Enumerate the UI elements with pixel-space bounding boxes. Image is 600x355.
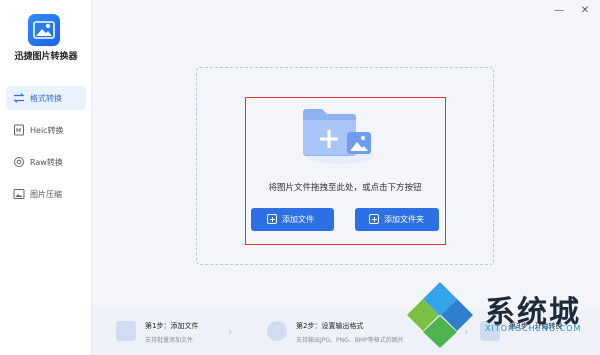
watermark-sub: XITONGCHENG.COM (485, 324, 582, 333)
add-file-label: 添加文件 (282, 215, 314, 224)
sidebar: 迅捷图片转换器 格式转换 Heic转换 Raw转换 图片压缩 (0, 0, 92, 355)
step-desc: 支持输出JPG、PNG、BMP等格式的图片 (296, 337, 404, 344)
step-desc: 支持批量添加文件 (145, 337, 194, 344)
add-folder-button[interactable]: 添加文件夹 (355, 208, 439, 231)
step-title: 第2步：设置输出格式 (296, 322, 364, 330)
settings-gear-icon (267, 321, 287, 341)
sidebar-item-raw-convert[interactable]: Raw转换 (6, 150, 86, 174)
close-button[interactable]: ✕ (578, 4, 592, 18)
heic-file-icon (14, 124, 24, 136)
add-folder-icon (369, 214, 379, 224)
sidebar-item-label: Heic转换 (30, 126, 64, 135)
app-logo-icon (28, 14, 60, 46)
sidebar-item-heic-convert[interactable]: Heic转换 (6, 118, 86, 142)
add-file-icon (267, 214, 277, 224)
watermark: 系统城 XITONGCHENG.COM (405, 280, 600, 355)
minimize-button[interactable]: — (552, 4, 566, 18)
chevron-right-icon: › (228, 325, 233, 338)
sidebar-nav: 格式转换 Heic转换 Raw转换 图片压缩 (6, 86, 86, 214)
step-title: 第1步：添加文件 (145, 322, 199, 330)
add-file-step-icon (116, 321, 136, 341)
swap-arrows-icon (13, 93, 25, 103)
folder-add-icon (303, 109, 374, 164)
sidebar-item-format-convert[interactable]: 格式转换 (6, 86, 86, 110)
sidebar-item-image-compress[interactable]: 图片压缩 (6, 182, 86, 206)
watermark-logo-icon (407, 282, 473, 348)
raw-camera-icon (14, 157, 24, 167)
app-title: 迅捷图片转换器 (14, 52, 78, 62)
add-file-button[interactable]: 添加文件 (251, 208, 334, 231)
image-compress-icon (13, 189, 25, 199)
sidebar-item-label: 格式转换 (30, 94, 62, 103)
sidebar-item-label: Raw转换 (30, 158, 63, 167)
app-window: — ✕ 迅捷图片转换器 格式转换 Heic转换 Raw转换 图片压缩 将图片文件… (0, 0, 600, 355)
drop-hint-text: 将图片文件拖拽至此处，或点击下方按钮 (268, 183, 422, 193)
sidebar-item-label: 图片压缩 (30, 190, 62, 199)
add-folder-label: 添加文件夹 (384, 215, 424, 224)
